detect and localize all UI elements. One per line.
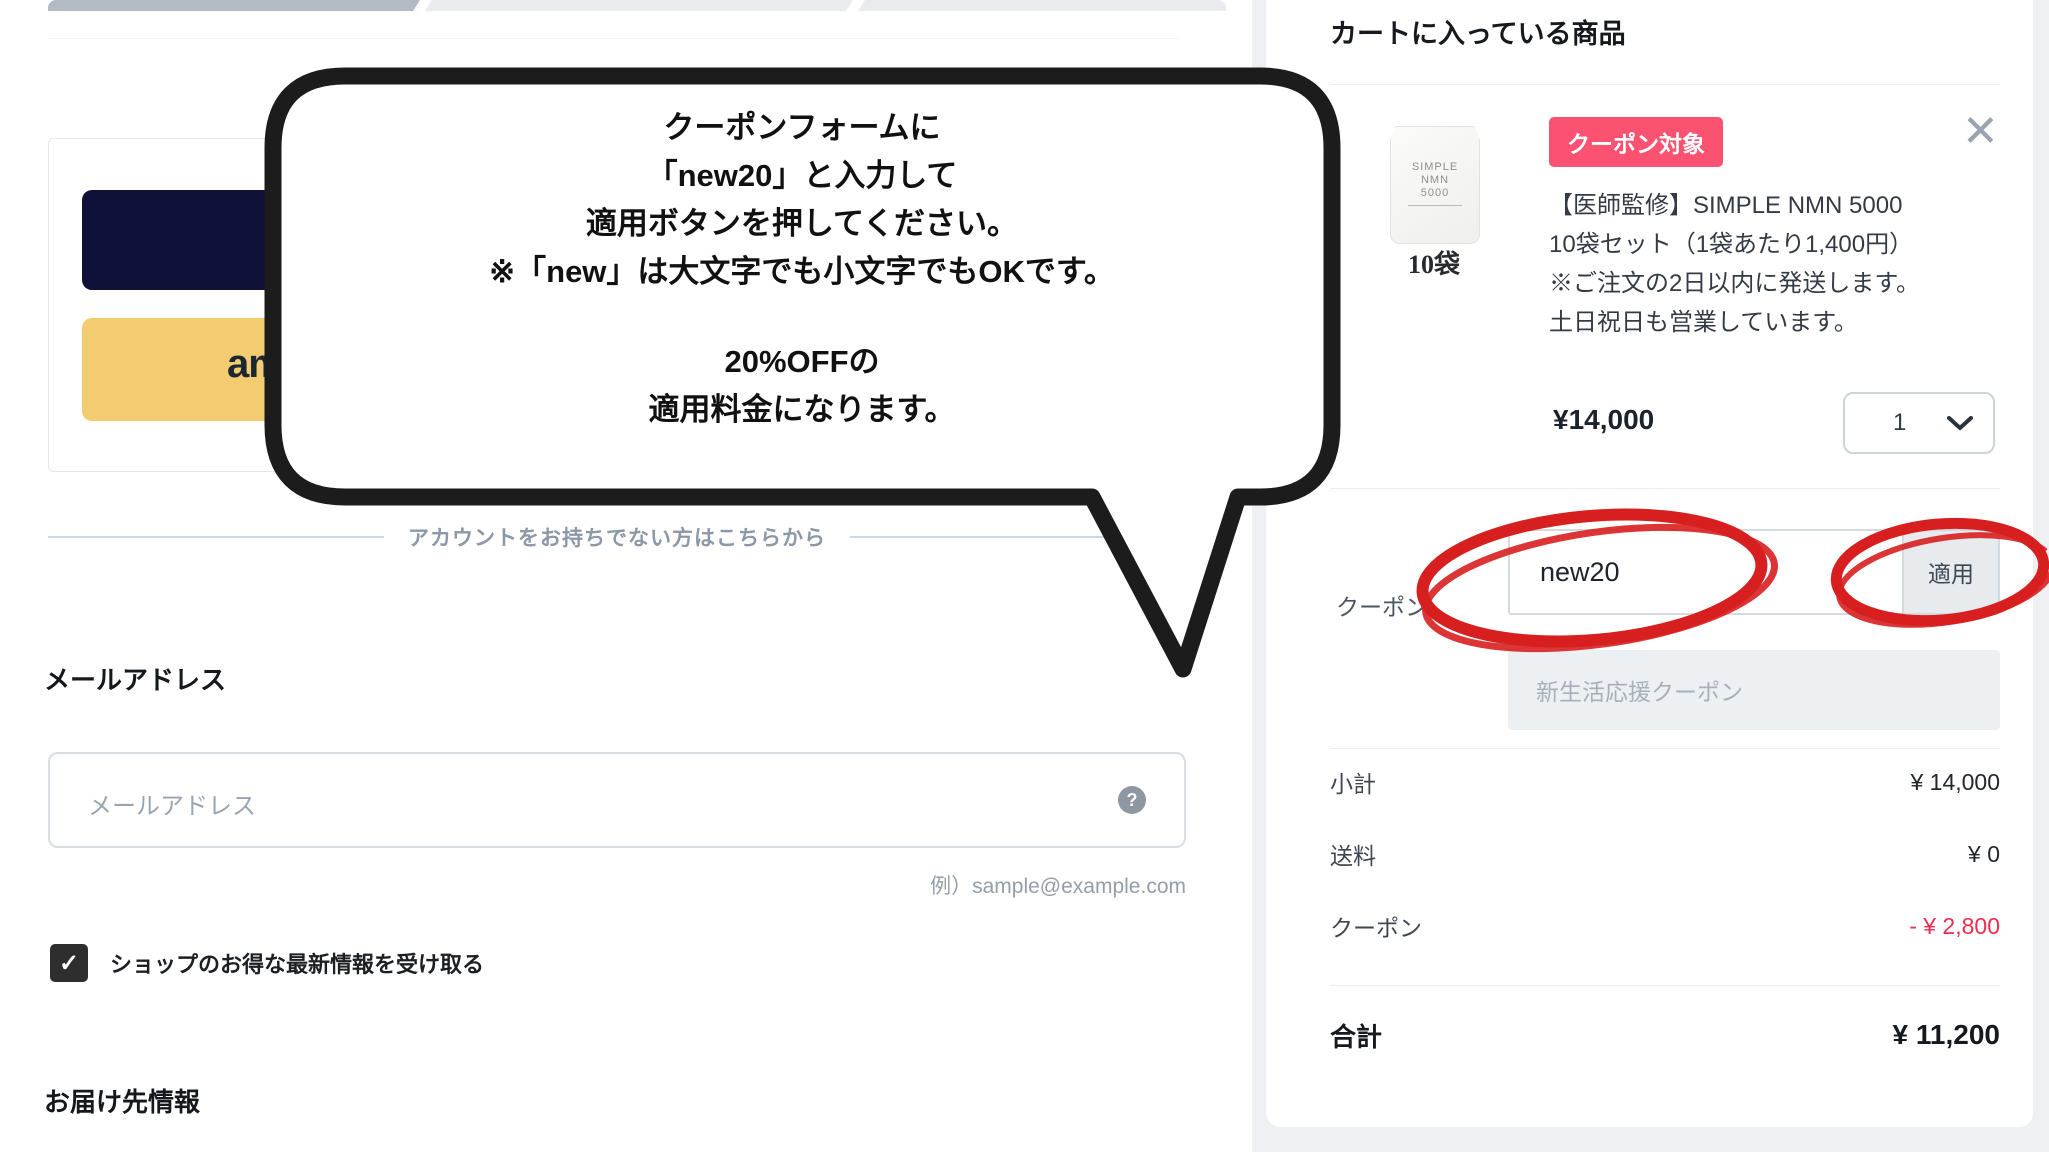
no-account-link[interactable]: アカウントをお持ちでない方はこちらから	[408, 522, 826, 552]
remove-item-icon[interactable]: ✕	[1962, 110, 1999, 154]
stepper-segment	[858, 0, 1226, 11]
summary-label: 送料	[1330, 837, 1376, 871]
quantity-select[interactable]: 1	[1843, 392, 1995, 454]
cart-divider	[1330, 748, 2000, 749]
checkout-stepper	[48, 0, 1178, 11]
email-section-heading: メールアドレス	[44, 660, 226, 697]
chevron-down-icon	[1947, 415, 1973, 431]
coupon-apply-button[interactable]: 適用	[1902, 531, 1998, 613]
product-image-caption: 10袋	[1382, 244, 1486, 281]
stepper-segment	[425, 0, 853, 11]
amazon-pay-label: amazon pay	[227, 342, 446, 387]
cart-divider	[1330, 985, 2000, 986]
stepper-underline	[48, 38, 1178, 39]
coupon-form: 適用	[1508, 529, 2000, 615]
product-name-line: 10袋セット（1袋あたり1,400円）	[1549, 225, 1969, 264]
coupon-label: クーポン	[1336, 588, 1428, 622]
product-name-line: 土日祝日も営業しています。	[1549, 303, 1969, 342]
product-image-text: 5000	[1391, 187, 1479, 200]
product-image-text: SIMPLE	[1391, 161, 1479, 174]
summary-row-subtotal: 小計 ¥ 14,000	[1330, 762, 2000, 802]
amazon-pay-button[interactable]: amazon pay	[82, 318, 1142, 421]
product-price: ¥14,000	[1553, 404, 1654, 436]
coupon-eligible-badge: クーポン対象	[1549, 117, 1723, 167]
product-name-line: 【医師監修】SIMPLE NMN 5000	[1549, 186, 1969, 225]
summary-value: ¥ 0	[1968, 841, 2000, 868]
account-divider: アカウントをお持ちでない方はこちらから	[48, 520, 1186, 554]
summary-row-shipping: 送料 ¥ 0	[1330, 834, 2000, 874]
total-label: 合計	[1330, 1017, 1382, 1054]
email-field-placeholder: メールアドレス	[88, 786, 256, 821]
divider-line	[850, 536, 1186, 538]
product-image-text: NMN	[1391, 174, 1479, 187]
summary-label: クーポン	[1330, 909, 1422, 943]
summary-row-coupon: クーポン - ¥ 2,800	[1330, 906, 2000, 946]
summary-value-discount: - ¥ 2,800	[1909, 913, 2000, 940]
newsletter-optin-row: ✓ ショップのお得な最新情報を受け取る	[50, 944, 484, 982]
stepper-segment-active	[48, 0, 420, 11]
divider-line	[48, 536, 384, 538]
quantity-value: 1	[1893, 409, 1906, 437]
product-image: SIMPLE NMN 5000	[1390, 126, 1480, 244]
coupon-input[interactable]	[1510, 531, 1902, 613]
product-name-line: ※ご注文の2日以内に発送します。	[1549, 264, 1969, 303]
cart-divider	[1330, 84, 2000, 85]
cart-divider	[1330, 488, 2000, 489]
email-example-hint: 例）sample@example.com	[48, 870, 1186, 900]
login-card	[48, 138, 1188, 472]
newsletter-label: ショップのお得な最新情報を受け取る	[110, 947, 484, 979]
login-button[interactable]	[82, 190, 1142, 290]
help-icon[interactable]: ?	[1118, 786, 1146, 814]
checkout-page: amazon pay アカウントをお持ちでない方はこちらから メールアドレス メ…	[0, 0, 2049, 1152]
newsletter-checkbox[interactable]: ✓	[50, 944, 88, 982]
cart-title: カートに入っている商品	[1330, 12, 1626, 51]
shipping-section-heading: お届け先情報	[44, 1082, 200, 1119]
summary-value: ¥ 14,000	[1910, 769, 2000, 796]
summary-row-total: 合計 ¥ 11,200	[1330, 1012, 2000, 1058]
total-value: ¥ 11,200	[1893, 1019, 2000, 1051]
coupon-hint-box: 新生活応援クーポン	[1508, 650, 2000, 730]
product-name: 【医師監修】SIMPLE NMN 5000 10袋セット（1袋あたり1,400円…	[1549, 186, 1969, 342]
summary-label: 小計	[1330, 765, 1376, 799]
